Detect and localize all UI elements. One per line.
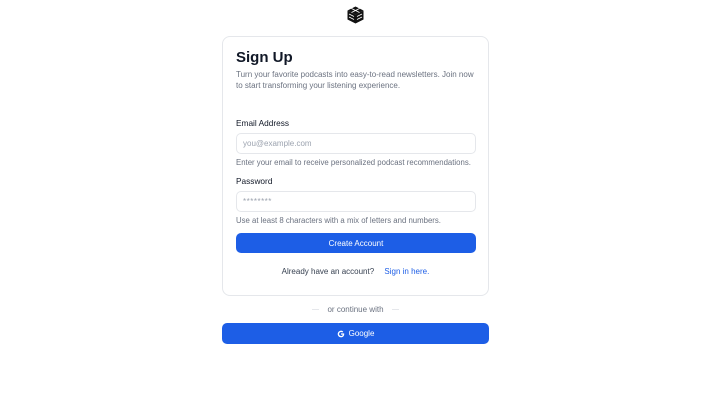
divider-text: or continue with (327, 304, 384, 314)
divider-line-right (391, 308, 399, 310)
signin-prompt: Already have an account? (281, 267, 375, 276)
signup-card: Sign Up Turn your favorite podcasts into… (222, 36, 489, 296)
password-hint: Use at least 8 characters with a mix of … (236, 216, 441, 225)
page-title: Sign Up (236, 49, 293, 66)
alt-auth-divider: or continue with (222, 304, 489, 314)
divider-line-left (312, 308, 320, 310)
create-account-button[interactable]: Create Account (236, 233, 476, 253)
page-subtitle: Turn your favorite podcasts into easy-to… (236, 70, 474, 90)
email-input[interactable] (236, 133, 476, 154)
signin-link[interactable]: Sign in here. (384, 267, 429, 276)
signin-row: Already have an account? Sign in here. (236, 267, 475, 277)
email-hint: Enter your email to receive personalized… (236, 158, 471, 167)
google-icon (337, 330, 345, 338)
google-signin-button[interactable]: Google (222, 323, 489, 344)
password-input[interactable] (236, 191, 476, 212)
password-label: Password (236, 176, 273, 186)
brand-cube-icon (347, 6, 364, 24)
email-label: Email Address (236, 118, 290, 128)
google-button-label: Google (348, 329, 375, 338)
